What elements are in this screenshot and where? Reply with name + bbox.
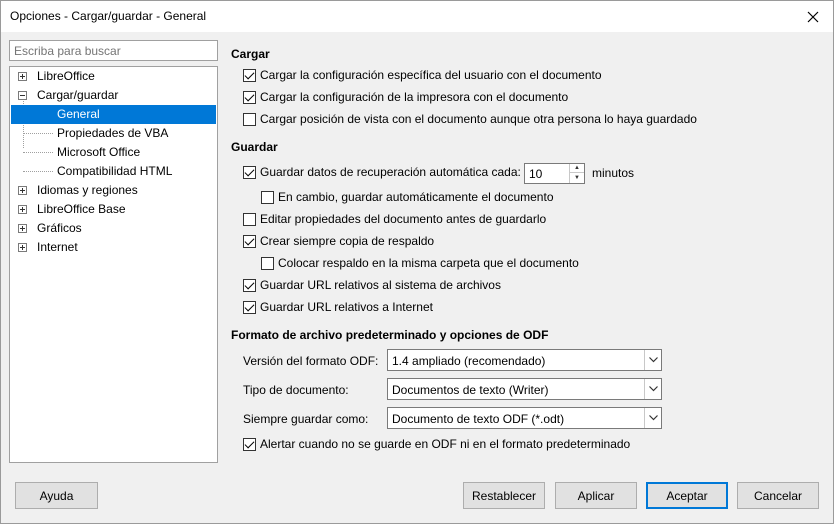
tree-item-label: Compatibilidad HTML <box>57 164 173 178</box>
options-tree[interactable]: LibreOffice Cargar/guardar General Propi… <box>9 66 218 463</box>
apply-button[interactable]: Aplicar <box>555 482 637 509</box>
checkbox-label: Crear siempre copia de respaldo <box>260 234 435 248</box>
tree-item-graficos[interactable]: Gráficos <box>11 219 216 238</box>
spin-up-icon[interactable]: ▲ <box>570 164 584 173</box>
collapse-icon[interactable] <box>18 91 27 100</box>
autorecovery-spinbox[interactable]: 10 ▲ ▼ <box>524 163 585 184</box>
tree-item-microsoft-office[interactable]: Microsoft Office <box>11 143 216 162</box>
tree-item-label: LibreOffice <box>37 69 95 83</box>
checkbox[interactable] <box>261 256 274 270</box>
checkbox[interactable] <box>243 68 256 82</box>
chevron-down-icon[interactable] <box>644 379 661 399</box>
tree-item-cargar-guardar[interactable]: Cargar/guardar <box>11 86 216 105</box>
spin-buttons[interactable]: ▲ ▼ <box>569 164 584 183</box>
checkbox[interactable] <box>243 212 256 226</box>
tree-item-label: Cargar/guardar <box>37 88 119 102</box>
title-bar: Opciones - Cargar/guardar - General <box>0 0 834 32</box>
section-cargar-title: Cargar <box>231 47 270 61</box>
chevron-down-icon[interactable] <box>644 408 661 428</box>
checkbox-row[interactable]: Cargar la configuración específica del u… <box>243 66 602 84</box>
close-icon[interactable] <box>801 5 825 29</box>
tree-item-idiomas[interactable]: Idiomas y regiones <box>11 181 216 200</box>
checkbox-row[interactable]: Guardar datos de recuperación automática… <box>243 163 521 181</box>
checkbox[interactable] <box>243 278 256 292</box>
checkbox-row[interactable]: Colocar respaldo en la misma carpeta que… <box>261 254 579 272</box>
doctype-select[interactable]: Documentos de texto (Writer) <box>387 378 662 400</box>
tree-item-base[interactable]: LibreOffice Base <box>11 200 216 219</box>
expand-icon[interactable] <box>18 72 27 81</box>
expand-icon[interactable] <box>18 205 27 214</box>
checkbox-label: Cargar la configuración de la impresora … <box>260 90 569 104</box>
checkbox-row[interactable]: Guardar URL relativos al sistema de arch… <box>243 276 501 294</box>
tree-item-internet[interactable]: Internet <box>11 238 216 257</box>
checkbox[interactable] <box>243 234 256 248</box>
reset-button[interactable]: Restablecer <box>463 482 545 509</box>
checkbox-label: Guardar URL relativos al sistema de arch… <box>260 278 501 292</box>
select-value: 1.4 ampliado (recomendado) <box>392 354 546 368</box>
expand-icon[interactable] <box>18 186 27 195</box>
checkbox-label: Editar propiedades del documento antes d… <box>260 212 547 226</box>
checkbox-row[interactable]: Crear siempre copia de respaldo <box>243 232 434 250</box>
search-input[interactable] <box>9 40 218 61</box>
section-guardar-title: Guardar <box>231 140 278 154</box>
checkbox-label: Alertar cuando no se guarde en ODF ni en… <box>260 437 631 451</box>
checkbox-row[interactable]: Cargar posición de vista con el document… <box>243 110 697 128</box>
tree-item-label: Propiedades de VBA <box>57 126 169 140</box>
tree-item-label: Internet <box>37 240 78 254</box>
checkbox[interactable] <box>243 437 256 451</box>
checkbox[interactable] <box>243 112 256 126</box>
checkbox-label: Guardar datos de recuperación automática… <box>260 165 521 179</box>
tree-item-label: LibreOffice Base <box>37 202 126 216</box>
odf-version-select[interactable]: 1.4 ampliado (recomendado) <box>387 349 662 371</box>
expand-icon[interactable] <box>18 224 27 233</box>
checkbox[interactable] <box>243 165 256 179</box>
checkbox-label: Guardar URL relativos a Internet <box>260 300 433 314</box>
saveas-select[interactable]: Documento de texto ODF (*.odt) <box>387 407 662 429</box>
checkbox-row[interactable]: Alertar cuando no se guarde en ODF ni en… <box>243 435 630 453</box>
tree-item-label: Microsoft Office <box>57 145 141 159</box>
chevron-down-icon[interactable] <box>644 350 661 370</box>
ok-button[interactable]: Aceptar <box>646 482 728 509</box>
checkbox-row[interactable]: Cargar la configuración de la impresora … <box>243 88 568 106</box>
spinbox-value[interactable]: 10 <box>529 167 542 181</box>
tree-item-vba[interactable]: Propiedades de VBA <box>11 124 216 143</box>
checkbox[interactable] <box>243 300 256 314</box>
tree-item-libreoffice[interactable]: LibreOffice <box>11 67 216 86</box>
tree-item-html[interactable]: Compatibilidad HTML <box>11 162 216 181</box>
tree-item-label: Idiomas y regiones <box>37 183 138 197</box>
cancel-button[interactable]: Cancelar <box>737 482 819 509</box>
section-odf-title: Formato de archivo predeterminado y opci… <box>231 328 549 342</box>
help-button[interactable]: Ayuda <box>15 482 98 509</box>
spin-down-icon[interactable]: ▼ <box>570 173 584 182</box>
checkbox-label: Cargar posición de vista con el document… <box>260 112 697 126</box>
expand-icon[interactable] <box>18 243 27 252</box>
checkbox[interactable] <box>261 190 274 204</box>
checkbox[interactable] <box>243 90 256 104</box>
window-title: Opciones - Cargar/guardar - General <box>10 9 207 23</box>
doctype-label: Tipo de documento: <box>243 383 349 397</box>
checkbox-row[interactable]: Editar propiedades del documento antes d… <box>243 210 546 228</box>
saveas-label: Siempre guardar como: <box>243 412 369 426</box>
tree-item-label: General <box>57 107 100 121</box>
select-value: Documento de texto ODF (*.odt) <box>392 412 565 426</box>
select-value: Documentos de texto (Writer) <box>392 383 549 397</box>
checkbox-label: Colocar respaldo en la misma carpeta que… <box>278 256 579 270</box>
tree-item-general[interactable]: General <box>11 105 216 124</box>
checkbox-label: En cambio, guardar automáticamente el do… <box>278 190 554 204</box>
checkbox-row[interactable]: Guardar URL relativos a Internet <box>243 298 433 316</box>
checkbox-row[interactable]: En cambio, guardar automáticamente el do… <box>261 188 554 206</box>
checkbox-label: Cargar la configuración específica del u… <box>260 68 602 82</box>
autorecovery-unit: minutos <box>592 166 635 180</box>
tree-item-label: Gráficos <box>37 221 82 235</box>
odf-version-label: Versión del formato ODF: <box>243 354 379 368</box>
